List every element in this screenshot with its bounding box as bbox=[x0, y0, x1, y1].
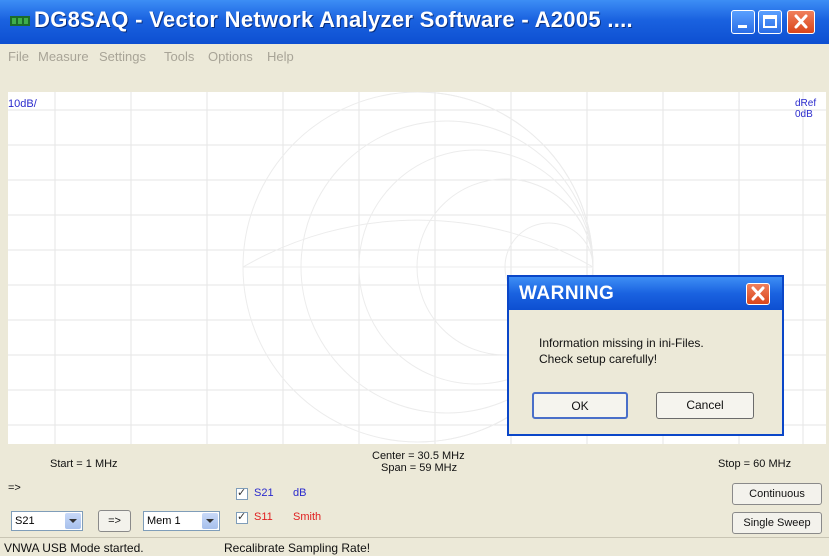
title-bar: DG8SAQ - Vector Network Analyzer Softwar… bbox=[0, 0, 829, 44]
status-mode: VNWA USB Mode started. bbox=[4, 541, 144, 555]
scale-right-line2: 0dB bbox=[795, 109, 813, 120]
dialog-title-bar: WARNING bbox=[509, 277, 782, 310]
menu-tools[interactable]: Tools bbox=[164, 49, 194, 64]
maximize-button[interactable] bbox=[758, 10, 782, 34]
stop-frequency: Stop = 60 MHz bbox=[718, 458, 792, 470]
dialog-message: Information missing in ini-Files. Check … bbox=[539, 335, 704, 367]
trace2-mode[interactable]: Smith bbox=[293, 511, 321, 523]
close-button[interactable] bbox=[787, 10, 815, 34]
trace2-checkbox[interactable] bbox=[236, 510, 248, 524]
app-icon bbox=[10, 16, 30, 26]
menu-bar: File Measure Settings Tools Options Help bbox=[0, 44, 829, 68]
close-icon bbox=[751, 286, 765, 301]
arrow-label: => bbox=[8, 482, 21, 494]
menu-file[interactable]: File bbox=[8, 49, 29, 64]
scale-label-right: dRef 0dB bbox=[795, 98, 816, 120]
status-message: Recalibrate Sampling Rate! bbox=[224, 541, 371, 555]
cancel-button[interactable]: Cancel bbox=[656, 392, 754, 419]
transfer-button[interactable]: => bbox=[98, 510, 131, 532]
ok-button[interactable]: OK bbox=[532, 392, 628, 419]
minimize-button[interactable] bbox=[731, 10, 755, 34]
minimize-icon bbox=[738, 25, 747, 28]
dialog-title: WARNING bbox=[519, 283, 615, 304]
trace1-mode[interactable]: dB bbox=[293, 487, 306, 499]
dialog-close-button[interactable] bbox=[746, 283, 770, 305]
chevron-down-icon bbox=[65, 513, 81, 529]
single-sweep-button[interactable]: Single Sweep bbox=[732, 512, 822, 534]
chevron-down-icon bbox=[202, 513, 218, 529]
menu-settings[interactable]: Settings bbox=[99, 49, 146, 64]
warning-dialog: WARNING Information missing in ini-Files… bbox=[507, 275, 784, 436]
close-icon bbox=[794, 14, 808, 29]
center-frequency: Center = 30.5 MHz bbox=[372, 450, 465, 462]
start-frequency: Start = 1 MHz bbox=[50, 458, 118, 470]
maximize-icon bbox=[763, 15, 777, 28]
span-frequency: Span = 59 MHz bbox=[381, 462, 458, 474]
parameter-select-value: S21 bbox=[15, 515, 35, 527]
dialog-message-line2: Check setup carefully! bbox=[539, 352, 658, 366]
status-bar: VNWA USB Mode started. Recalibrate Sampl… bbox=[0, 537, 829, 556]
dialog-message-line1: Information missing in ini-Files. bbox=[539, 336, 704, 350]
continuous-button[interactable]: Continuous bbox=[732, 483, 822, 505]
menu-measure[interactable]: Measure bbox=[38, 49, 89, 64]
trace1-name[interactable]: S21 bbox=[254, 487, 274, 499]
parameter-select[interactable]: S21 bbox=[11, 511, 83, 531]
trace1-checkbox[interactable] bbox=[236, 486, 248, 500]
window-title: DG8SAQ - Vector Network Analyzer Softwar… bbox=[34, 7, 633, 32]
memory-select-value: Mem 1 bbox=[147, 515, 181, 527]
menu-options[interactable]: Options bbox=[208, 49, 253, 64]
scale-right-line1: dRef bbox=[795, 98, 817, 109]
scale-label-left: 10dB/ bbox=[8, 98, 37, 110]
memory-select[interactable]: Mem 1 bbox=[143, 511, 220, 531]
trace2-name[interactable]: S11 bbox=[254, 511, 273, 523]
menu-help[interactable]: Help bbox=[267, 49, 294, 64]
